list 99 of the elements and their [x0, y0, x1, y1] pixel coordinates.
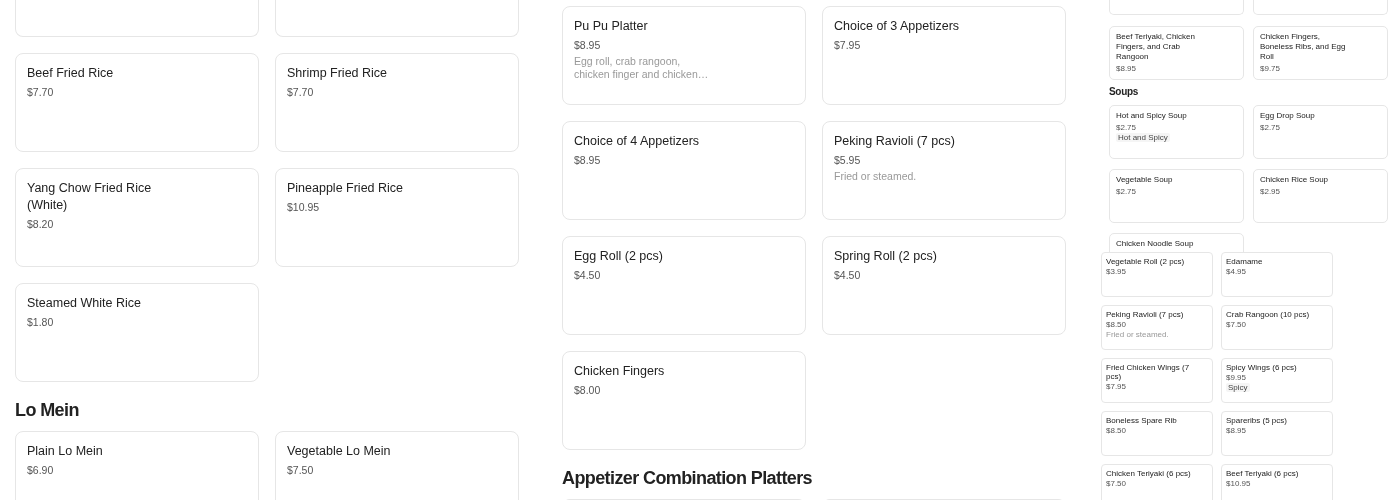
item-title: Pu Pu Platter [574, 18, 648, 35]
item-title: Peking Ravioli (7 pcs) [1106, 310, 1184, 319]
item-title: Chicken Fingers [574, 363, 665, 380]
item-price: $8.50 [1106, 426, 1127, 435]
item-price: $10.95 [287, 201, 320, 214]
item-price: $4.50 [574, 269, 601, 282]
item-title: Pineapple Fried Rice [287, 180, 404, 197]
menu-item-card[interactable]: Chicken Fingers $8.00 [562, 351, 806, 450]
item-title: Plain Lo Mein [27, 443, 103, 460]
item-title: Egg Drop Soup [1260, 111, 1315, 121]
item-price: $5.95 [834, 154, 861, 167]
item-title: Choice of 3 Appetizers [834, 18, 960, 35]
item-price: $4.50 [834, 269, 861, 282]
section-heading: Soups [1109, 86, 1140, 98]
item-price: $7.95 [1106, 382, 1127, 391]
item-price: $8.95 [574, 39, 601, 52]
menu-item-card[interactable]: Edamame $4.95 [1221, 252, 1333, 297]
item-title: Vegetable Roll (2 pcs) [1106, 257, 1185, 266]
item-price: $2.75 [1116, 187, 1137, 196]
menu-item-card[interactable]: Peking Ravioli (7 pcs) $5.95 Fried or steamed. [822, 121, 1066, 220]
item-title: Fried Chicken Wings (7 pcs) [1106, 363, 1191, 381]
item-title: Chicken Rice Soup [1260, 175, 1329, 185]
menu-item-card[interactable]: Beef Fried Rice $7.70 [15, 53, 259, 152]
item-price: $7.50 [1106, 479, 1127, 488]
item-tag: Hot and Spicy [1116, 133, 1170, 142]
menu-item-card[interactable]: Beef Teriyaki (6 pcs) $10.95 [1221, 464, 1333, 500]
item-price: $7.70 [27, 86, 54, 99]
section-heading: Lo Mein [15, 399, 80, 422]
item-price: $8.00 [574, 384, 601, 397]
menu-item-card[interactable]: Beef Teriyaki, Chicken Fingers, and Crab Rangoon $8.95 [1109, 26, 1244, 80]
item-tag: Spicy [1226, 383, 1250, 392]
menu-item-card[interactable]: Chicken Teriyaki (6 pcs) $7.50 [1101, 464, 1213, 500]
item-price: $2.95 [1260, 187, 1281, 196]
menu-item-card[interactable]: Choice of 4 Appetizers $8.95 [562, 121, 806, 220]
item-price: $8.20 [27, 218, 54, 231]
item-title: Spring Roll (2 pcs) [834, 248, 937, 265]
item-title: Beef Fried Rice [27, 65, 114, 82]
menu-item-card[interactable]: Egg Roll (2 pcs) $4.50 [562, 236, 806, 335]
item-title: Yang Chow Fried Rice (White) [27, 180, 153, 214]
item-description: Egg roll, crab rangoon, chicken finger and chicken… [574, 55, 709, 81]
item-price: $10.95 [1226, 479, 1251, 488]
item-title: Boneless Spare Rib [1106, 416, 1177, 425]
item-price: $9.95 [1226, 373, 1247, 382]
menu-item-card[interactable]: Vegetable Roll (2 pcs) $3.95 [1101, 252, 1213, 297]
item-title: Chicken Noodle Soup [1116, 239, 1194, 249]
item-price: $7.50 [1226, 320, 1247, 329]
item-price: $7.95 [834, 39, 861, 52]
menu-item-card[interactable]: Chicken Rice Soup $2.95 [1253, 169, 1388, 223]
item-title: Edamame [1226, 257, 1263, 266]
item-price: $9.75 [1260, 64, 1281, 73]
menu-item-card[interactable]: Vegetable Lo Mein $7.50 [275, 431, 519, 500]
item-title: Beef Teriyaki (6 pcs) [1226, 469, 1299, 478]
item-price: $8.95 [574, 154, 601, 167]
item-title: Peking Ravioli (7 pcs) [834, 133, 955, 150]
item-price: $8.95 [1226, 426, 1247, 435]
menu-item-card[interactable]: Yang Chow Fried Rice (White) $8.20 [15, 168, 259, 267]
item-price: $8.50 [1106, 320, 1127, 329]
item-price: $7.50 [287, 464, 314, 477]
item-price: $2.75 [1116, 123, 1137, 132]
menu-item-card[interactable]: Vegetable Soup $2.75 [1109, 169, 1244, 223]
item-price: $6.90 [27, 464, 54, 477]
item-price: $7.70 [287, 86, 314, 99]
menu-item-card[interactable]: Pu Pu Platter $8.95 Egg roll, crab rangoon, chicken finger and chicken… [562, 6, 806, 105]
item-price: $1.80 [27, 316, 54, 329]
item-price: $2.75 [1260, 123, 1281, 132]
item-title: Crab Rangoon (10 pcs) [1226, 310, 1310, 319]
menu-item-card[interactable]: Plain Lo Mein $6.90 [15, 431, 259, 500]
item-price: $8.95 [1116, 64, 1137, 73]
menu-item-card[interactable]: Shrimp Fried Rice $7.70 [275, 53, 519, 152]
menu-item-card[interactable]: Choice of 3 Appetizers $7.95 [822, 6, 1066, 105]
menu-item-card[interactable]: Spring Roll (2 pcs) $4.50 [822, 236, 1066, 335]
menu-item-card[interactable]: Egg Drop Soup $2.75 [1253, 105, 1388, 159]
menu-item-card[interactable]: Spicy Wings (6 pcs) $9.95 Spicy [1221, 358, 1333, 403]
item-price: $4.95 [1226, 267, 1247, 276]
item-title: Hot and Spicy Soup [1116, 111, 1187, 121]
item-price: $3.95 [1106, 267, 1127, 276]
item-title: Spareribs (5 pcs) [1226, 416, 1287, 425]
item-title: Egg Roll (2 pcs) [574, 248, 663, 265]
menu-item-card[interactable]: Fried Chicken Wings (7 pcs) $7.95 [1101, 358, 1213, 403]
item-title: Vegetable Soup [1116, 175, 1173, 185]
item-description: Fried or steamed. [1106, 330, 1169, 339]
menu-item-card[interactable]: Hot and Spicy Soup $2.75 Hot and Spicy [1109, 105, 1244, 159]
item-title: Vegetable Lo Mein [287, 443, 391, 460]
item-title: Shrimp Fried Rice [287, 65, 388, 82]
item-description: Fried or steamed. [834, 170, 917, 183]
item-title: Beef Teriyaki, Chicken Fingers, and Crab Rangoon [1116, 32, 1196, 62]
menu-item-card[interactable]: Peking Ravioli (7 pcs) $8.50 Fried or steamed. [1101, 305, 1213, 350]
menu-item-card[interactable]: Chicken Fingers, Boneless Ribs, and Egg Roll $9.75 [1253, 26, 1388, 80]
item-title: Chicken Fingers, Boneless Ribs, and Egg Roll [1260, 32, 1347, 62]
menu-item-card[interactable]: Boneless Spare Rib $8.50 [1101, 411, 1213, 456]
menu-item-card[interactable]: Spareribs (5 pcs) $8.95 [1221, 411, 1333, 456]
item-title: Choice of 4 Appetizers [574, 133, 700, 150]
menu-item-card[interactable]: Crab Rangoon (10 pcs) $7.50 [1221, 305, 1333, 350]
section-heading: Appetizer Combination Platters [562, 467, 814, 490]
menu-item-card[interactable]: Steamed White Rice $1.80 [15, 283, 259, 382]
item-title: Chicken Teriyaki (6 pcs) [1106, 469, 1191, 478]
item-title: Spicy Wings (6 pcs) [1226, 363, 1297, 372]
item-title: Steamed White Rice [27, 295, 141, 312]
menu-item-card[interactable]: Pineapple Fried Rice $10.95 [275, 168, 519, 267]
